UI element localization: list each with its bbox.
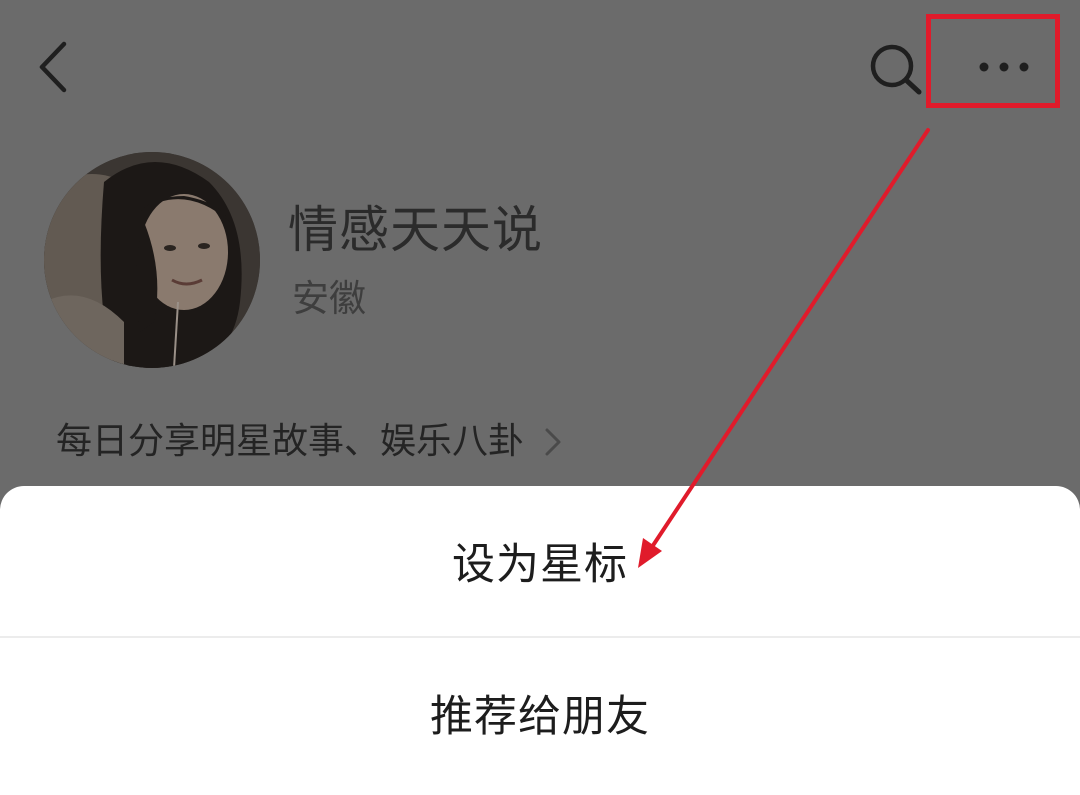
more-horizontal-icon bbox=[979, 62, 1029, 72]
recommend-to-friend-button[interactable]: 推荐给朋友 bbox=[0, 638, 1080, 788]
chevron-right-icon bbox=[545, 428, 561, 456]
search-icon[interactable] bbox=[864, 38, 928, 98]
more-options-button[interactable] bbox=[936, 20, 1060, 108]
set-star-button[interactable]: 设为星标 bbox=[0, 486, 1080, 636]
account-name: 情感天天说 bbox=[288, 201, 543, 259]
recommend-to-friend-label: 推荐给朋友 bbox=[430, 692, 650, 742]
account-region: 安徽 bbox=[292, 277, 366, 320]
back-icon[interactable] bbox=[30, 38, 80, 96]
set-star-label: 设为星标 bbox=[452, 540, 628, 590]
action-sheet: 设为星标 推荐给朋友 bbox=[0, 486, 1080, 795]
account-intro-text: 每日分享明星故事、娱乐八卦 bbox=[56, 421, 525, 462]
avatar[interactable] bbox=[44, 152, 260, 368]
account-intro-link[interactable]: 每日分享明星故事、娱乐八卦 bbox=[56, 414, 564, 470]
